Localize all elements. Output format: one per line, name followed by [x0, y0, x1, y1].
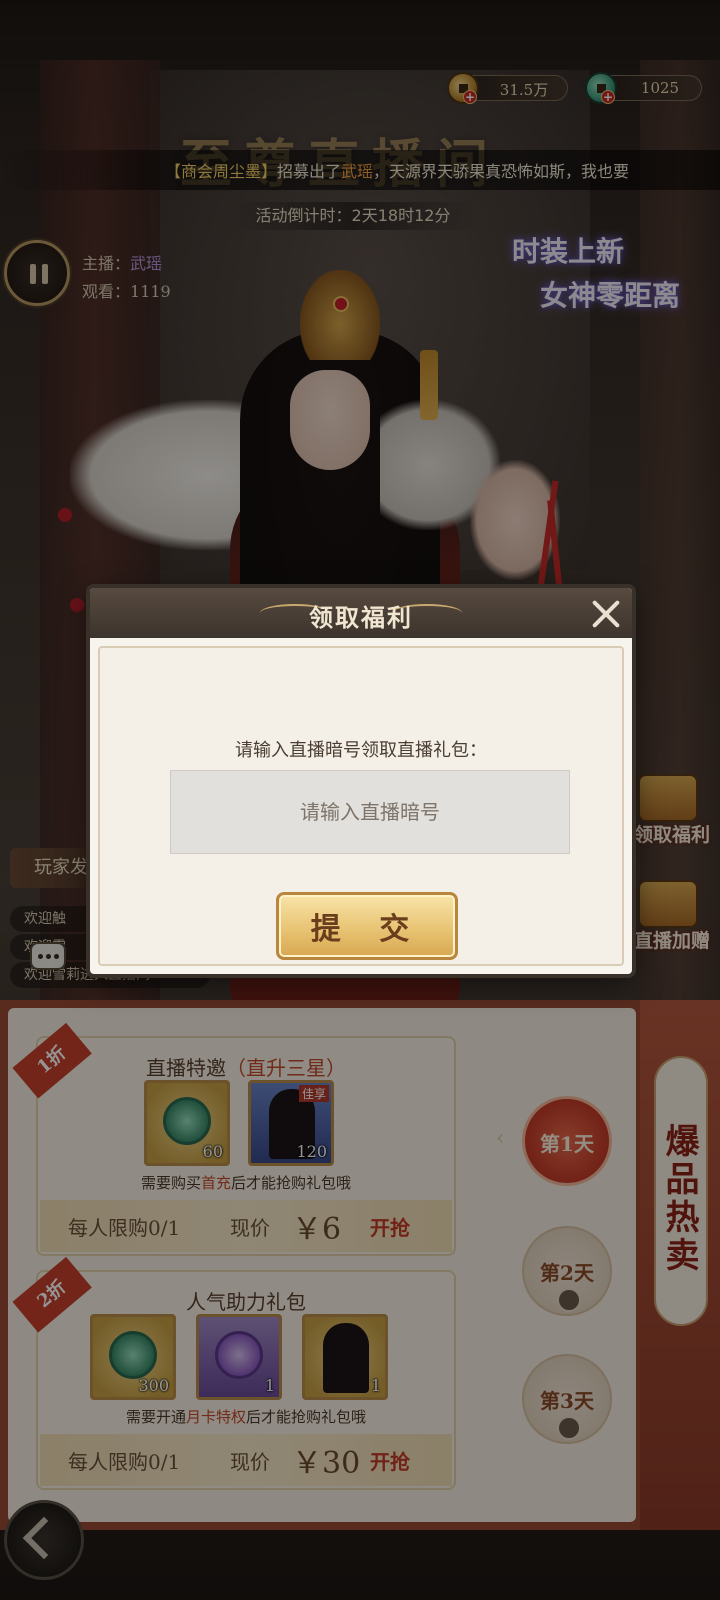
- submit-button[interactable]: 提 交: [276, 892, 458, 960]
- claim-welfare-dialog: 领取福利 请输入直播暗号领取直播礼包： 提 交: [90, 588, 632, 974]
- dialog-header: 领取福利: [90, 588, 632, 638]
- stream-code-input[interactable]: [170, 770, 570, 854]
- dialog-title: 领取福利: [309, 603, 413, 632]
- code-prompt: 请输入直播暗号领取直播礼包：: [235, 740, 487, 761]
- close-button[interactable]: [588, 596, 624, 632]
- dialog-body: 请输入直播暗号领取直播礼包： 提 交: [98, 646, 624, 966]
